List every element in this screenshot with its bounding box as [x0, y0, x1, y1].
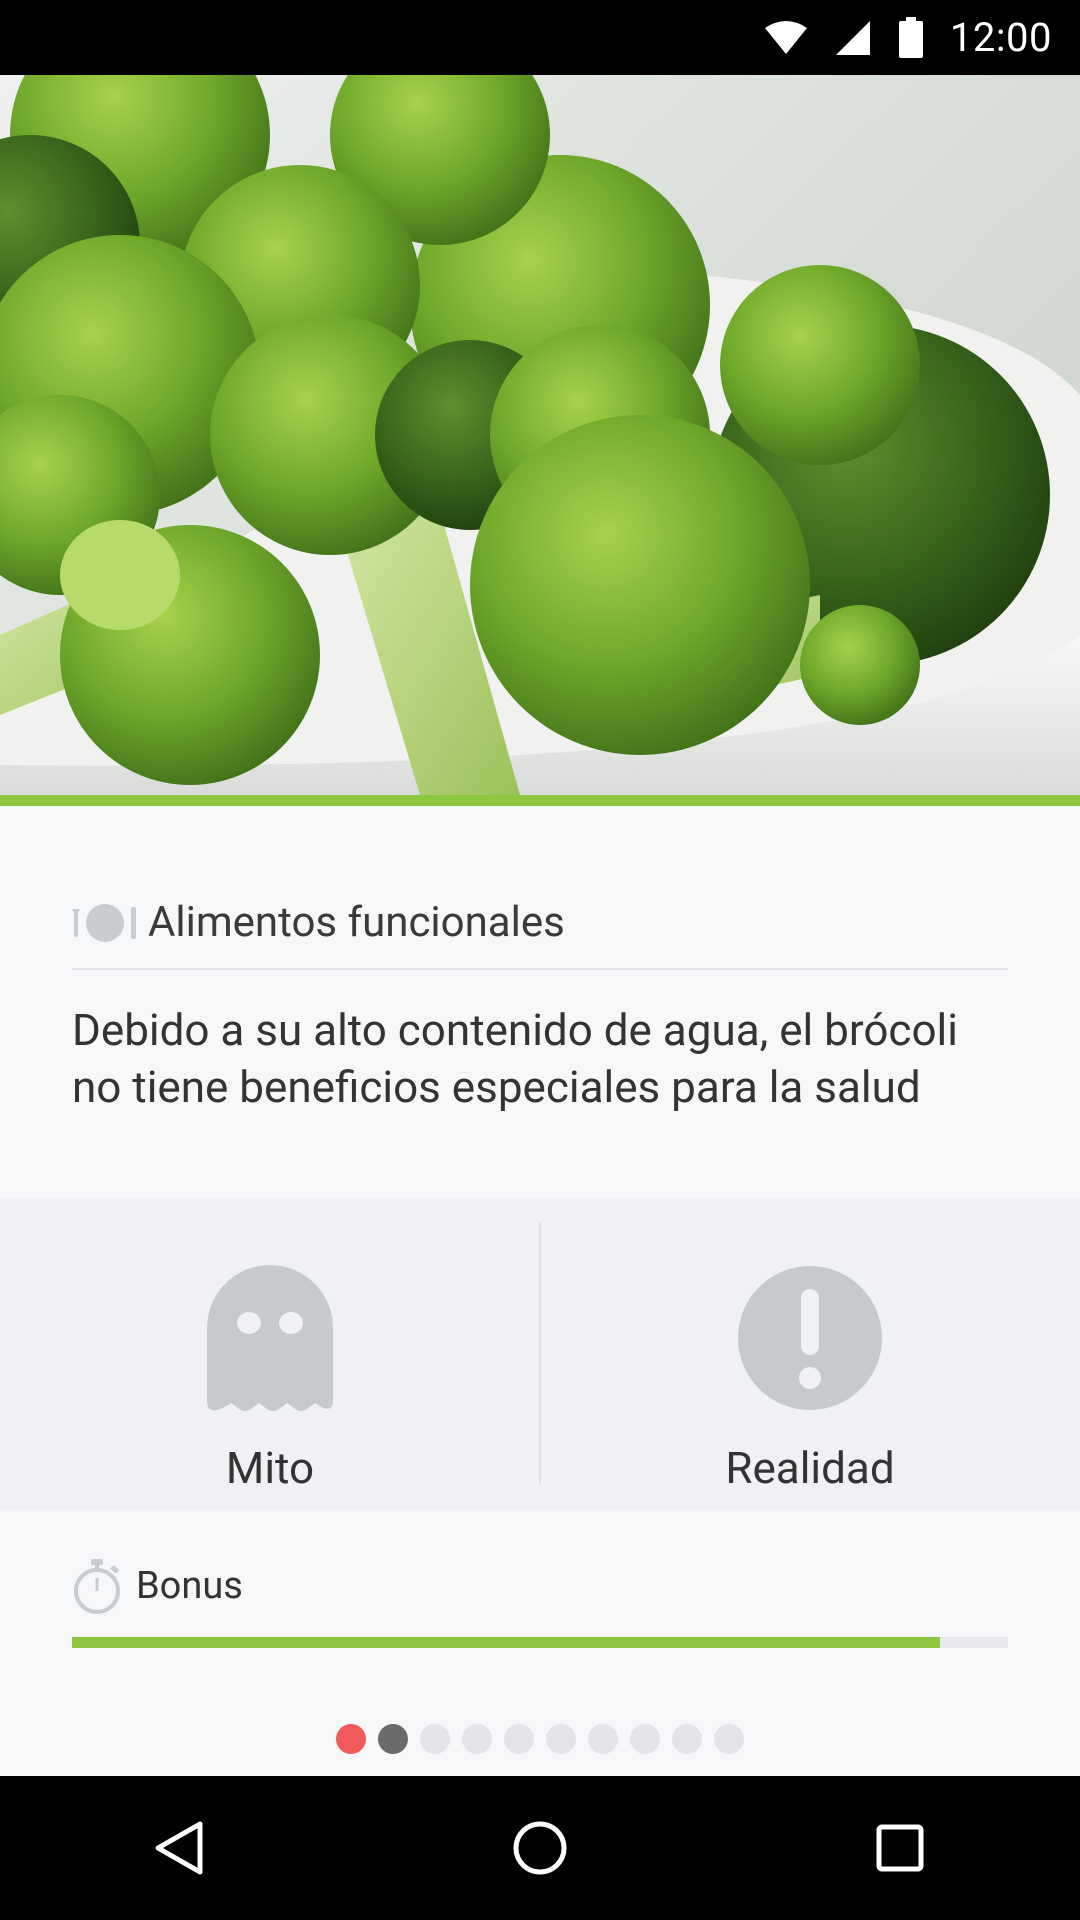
page-dot — [588, 1724, 618, 1754]
back-icon[interactable] — [150, 1818, 210, 1878]
bonus-header: Bonus — [72, 1558, 243, 1614]
quiz-screen: 12:00 Alimentos funcionales Debido a su … — [0, 0, 1080, 1920]
bonus-progress-fill — [72, 1637, 940, 1648]
divider — [72, 968, 1008, 970]
fact-label: Realidad — [725, 1442, 895, 1494]
ghost-icon — [207, 1265, 333, 1411]
page-dot — [714, 1724, 744, 1754]
hero-image — [0, 75, 1080, 795]
fact-button[interactable]: Realidad — [540, 1198, 1080, 1510]
battery-icon — [898, 16, 923, 58]
page-dot — [672, 1724, 702, 1754]
exclamation-icon — [738, 1266, 882, 1410]
page-dot — [630, 1724, 660, 1754]
broccoli-photo — [0, 75, 1080, 795]
bonus-progress-track — [72, 1637, 1008, 1648]
category-label: Alimentos funcionales — [148, 898, 565, 947]
signal-icon — [835, 20, 870, 55]
page-dot — [462, 1724, 492, 1754]
myth-button[interactable]: Mito — [0, 1198, 540, 1510]
page-dot — [420, 1724, 450, 1754]
cutlery-plate-icon — [72, 903, 136, 942]
status-bar: 12:00 — [0, 0, 1080, 75]
home-icon[interactable] — [510, 1818, 570, 1878]
bonus-label: Bonus — [136, 1564, 243, 1608]
myth-label: Mito — [225, 1442, 315, 1494]
page-dot — [378, 1724, 408, 1754]
page-dot — [546, 1724, 576, 1754]
question-text: Debido a su alto contenido de agua, el b… — [72, 1004, 958, 1113]
hero-accent-bar — [0, 795, 1080, 806]
wifi-icon — [764, 20, 807, 54]
category-header: Alimentos funcionales — [72, 898, 565, 947]
navigation-bar — [0, 1776, 1080, 1920]
status-time: 12:00 — [949, 14, 1052, 61]
page-indicator — [0, 1724, 1080, 1754]
page-dot — [504, 1724, 534, 1754]
question-card: Alimentos funcionales Debido a su alto c… — [0, 806, 1080, 1198]
answer-panel: Mito Realidad — [0, 1198, 1080, 1510]
recents-icon[interactable] — [870, 1818, 930, 1878]
page-dot — [336, 1724, 366, 1754]
stopwatch-icon — [74, 1559, 120, 1614]
